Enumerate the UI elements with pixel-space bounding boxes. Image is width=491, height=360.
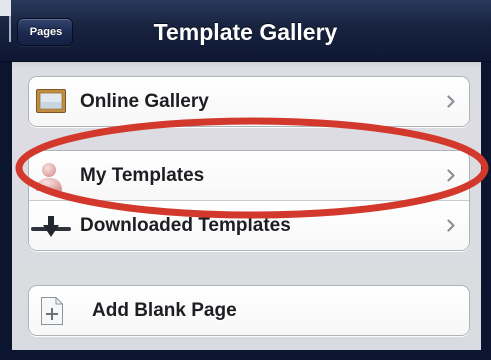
menu-item-label: Downloaded Templates xyxy=(80,215,291,236)
menu-item-online-gallery[interactable]: Online Gallery xyxy=(29,77,469,126)
add-page-icon xyxy=(40,296,64,326)
person-icon xyxy=(33,160,65,192)
picture-frame-icon xyxy=(36,89,66,113)
chevron-right-icon xyxy=(447,219,455,232)
download-icon xyxy=(31,216,71,238)
chevron-right-icon xyxy=(447,95,455,108)
menu-item-label: Online Gallery xyxy=(80,91,209,112)
background-edge xyxy=(0,0,11,16)
background-edge-line xyxy=(9,16,11,42)
menu-item-label: My Templates xyxy=(80,165,205,186)
menu-item-downloaded-templates[interactable]: Downloaded Templates xyxy=(29,200,469,250)
navigation-bar: Pages Template Gallery xyxy=(0,0,491,62)
menu-item-label: Add Blank Page xyxy=(92,300,237,321)
add-blank-page-group: Add Blank Page xyxy=(28,285,470,336)
templates-group: My Templates Downloaded Templates xyxy=(28,150,470,251)
chevron-right-icon xyxy=(447,169,455,182)
popover-title: Template Gallery xyxy=(153,19,338,45)
menu-item-add-blank-page[interactable]: Add Blank Page xyxy=(29,286,469,335)
online-gallery-group: Online Gallery xyxy=(28,76,470,127)
menu-item-my-templates[interactable]: My Templates xyxy=(29,151,469,200)
